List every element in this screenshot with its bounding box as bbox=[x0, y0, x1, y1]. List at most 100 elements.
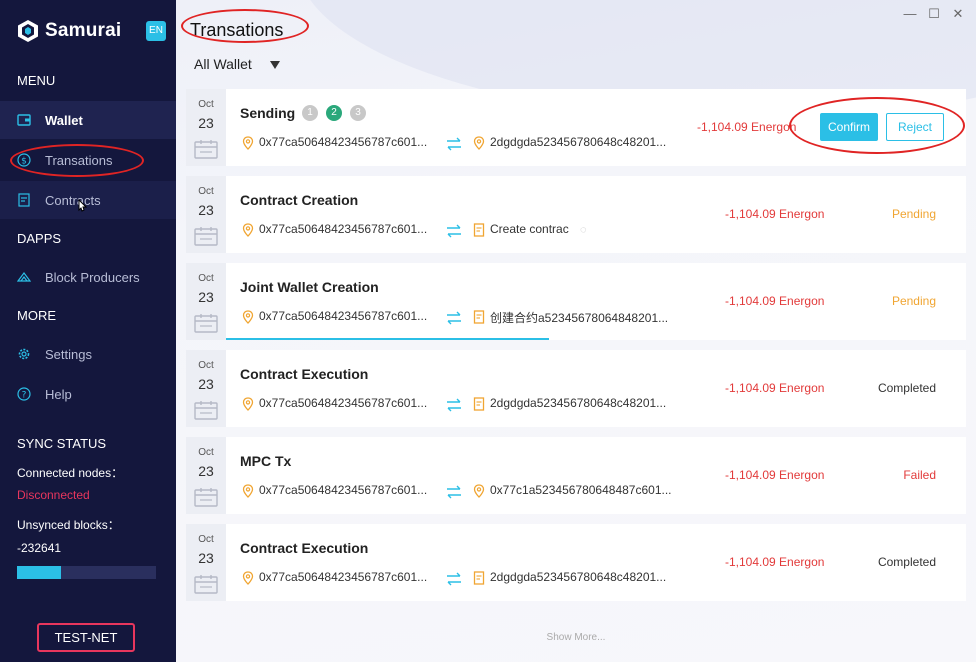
transaction-card[interactable]: Oct 23 Joint Wallet Creation 0x77ca50648423… bbox=[186, 263, 966, 340]
gear-icon bbox=[18, 348, 30, 360]
location-pin-icon bbox=[242, 571, 254, 585]
document-icon bbox=[473, 571, 485, 585]
status-badge: Pending bbox=[891, 294, 936, 308]
location-pin-icon bbox=[242, 310, 254, 324]
help-icon: ? bbox=[17, 387, 31, 401]
location-pin-icon bbox=[242, 397, 254, 411]
status-badge: Pending bbox=[891, 207, 936, 221]
wallet-filter-select[interactable]: All Wallet bbox=[194, 56, 252, 72]
date-block: Oct 23 bbox=[186, 89, 226, 166]
sidebar-item-wallet[interactable]: Wallet bbox=[0, 101, 176, 139]
network-button[interactable]: TEST-NET bbox=[37, 623, 135, 652]
connected-nodes-label: Connected nodes： bbox=[17, 466, 124, 480]
app-name: Samurai bbox=[45, 20, 122, 41]
date-month: Oct bbox=[198, 273, 214, 284]
swap-arrows-icon bbox=[446, 137, 462, 151]
transaction-amount: -1,104.09 Energon bbox=[725, 468, 825, 482]
unsynced-blocks-value: -232641 bbox=[17, 541, 62, 555]
transaction-title: Joint Wallet Creation bbox=[240, 279, 379, 295]
date-block: Oct 23 bbox=[186, 350, 226, 427]
document-icon bbox=[473, 310, 485, 324]
transaction-title: Contract Execution bbox=[240, 366, 369, 382]
sidebar-item-settings[interactable]: Settings bbox=[0, 335, 176, 373]
calendar-icon bbox=[194, 574, 218, 594]
close-icon[interactable]: ✕ bbox=[951, 6, 965, 22]
loading-spinner-icon: ◌ bbox=[580, 224, 587, 236]
transaction-title: Sending bbox=[240, 105, 296, 121]
sidebar: Samurai EN MENU Wallet $ Transations Con… bbox=[0, 0, 176, 662]
minimize-icon[interactable]: — bbox=[903, 6, 917, 21]
transaction-card[interactable]: Oct 23 Sending 1 2 3 0x77ca50648423456787c601.… bbox=[186, 89, 966, 166]
date-day: 23 bbox=[198, 463, 214, 479]
transaction-amount: -1,104.09 Energon bbox=[697, 120, 797, 134]
date-block: Oct 23 bbox=[186, 437, 226, 514]
confirm-button[interactable]: Confirm bbox=[820, 113, 878, 141]
calendar-icon bbox=[194, 139, 218, 159]
step-indicator: 3 bbox=[350, 105, 366, 121]
to-address: 2dgdgda523456780648c48201... bbox=[490, 396, 667, 410]
language-badge[interactable]: EN bbox=[146, 21, 166, 41]
location-pin-icon bbox=[242, 136, 254, 150]
swap-arrows-icon bbox=[446, 311, 462, 325]
location-pin-icon bbox=[242, 223, 254, 237]
date-month: Oct bbox=[198, 186, 214, 197]
status-badge: Completed bbox=[877, 381, 936, 395]
maximize-icon[interactable]: ☐ bbox=[927, 6, 941, 22]
calendar-icon bbox=[194, 226, 218, 246]
to-address: 创建合约a52345678064848201... bbox=[490, 311, 669, 325]
reject-button[interactable]: Reject bbox=[886, 113, 944, 141]
date-month: Oct bbox=[198, 360, 214, 371]
sidebar-item-label: Wallet bbox=[45, 113, 83, 128]
from-address: 0x77ca50648423456787c601... bbox=[259, 483, 428, 497]
sync-status-title: SYNC STATUS bbox=[17, 436, 107, 451]
to-address: Create contrac bbox=[490, 222, 569, 236]
unsynced-blocks-label: Unsynced blocks： bbox=[17, 518, 120, 532]
logo-row: Samurai EN bbox=[0, 0, 176, 60]
mouse-pointer-icon bbox=[78, 199, 88, 212]
transaction-card[interactable]: Oct 23 Contract Execution 0x77ca50648423456… bbox=[186, 350, 966, 427]
sidebar-item-transations[interactable]: $ Transations bbox=[0, 141, 176, 179]
menu-section-label: MENU bbox=[17, 73, 56, 88]
caret-down-icon[interactable] bbox=[270, 61, 280, 69]
date-block: Oct 23 bbox=[186, 524, 226, 601]
from-address: 0x77ca50648423456787c601... bbox=[259, 570, 428, 584]
calendar-icon bbox=[194, 313, 218, 333]
from-address: 0x77ca50648423456787c601... bbox=[259, 222, 428, 236]
transaction-amount: -1,104.09 Energon bbox=[725, 294, 825, 308]
transaction-progress-bar bbox=[226, 338, 549, 340]
more-section-label: MORE bbox=[17, 308, 56, 323]
transaction-card[interactable]: Oct 23 MPC Tx 0x77ca50648423456787c601... 0x… bbox=[186, 437, 966, 514]
transaction-title: Contract Creation bbox=[240, 192, 359, 208]
swap-arrows-icon bbox=[446, 398, 462, 412]
swap-arrows-icon bbox=[446, 224, 462, 238]
date-month: Oct bbox=[198, 99, 214, 110]
sidebar-item-contracts[interactable]: Contracts bbox=[0, 181, 176, 219]
date-block: Oct 23 bbox=[186, 263, 226, 340]
date-day: 23 bbox=[198, 115, 214, 131]
location-pin-icon bbox=[473, 484, 485, 498]
sidebar-item-label: Transations bbox=[45, 153, 113, 168]
date-day: 23 bbox=[198, 202, 214, 218]
wallet-icon bbox=[17, 114, 31, 126]
to-address: 2dgdgda523456780648c48201... bbox=[490, 135, 667, 149]
status-badge: Completed bbox=[877, 555, 936, 569]
dapps-section-label: DAPPS bbox=[17, 231, 62, 246]
show-more-link[interactable]: Show More... bbox=[176, 632, 976, 643]
from-address: 0x77ca50648423456787c601... bbox=[259, 309, 428, 323]
transaction-title: MPC Tx bbox=[240, 453, 292, 469]
date-day: 23 bbox=[198, 376, 214, 392]
date-month: Oct bbox=[198, 534, 214, 545]
date-day: 23 bbox=[198, 550, 214, 566]
location-pin-icon bbox=[242, 484, 254, 498]
transaction-card[interactable]: Oct 23 Contract Execution 0x77ca50648423456… bbox=[186, 524, 966, 601]
transaction-amount: -1,104.09 Energon bbox=[725, 207, 825, 221]
transaction-amount: -1,104.09 Energon bbox=[725, 555, 825, 569]
sidebar-item-help[interactable]: ? Help bbox=[0, 375, 176, 413]
date-day: 23 bbox=[198, 289, 214, 305]
main-panel: — ☐ ✕ Transations All Wallet Oct 23 Sendin… bbox=[176, 0, 976, 662]
transaction-card[interactable]: Oct 23 Contract Creation 0x77ca506484234567… bbox=[186, 176, 966, 253]
step-indicator: 1 bbox=[302, 105, 318, 121]
status-badge: Failed bbox=[903, 468, 936, 482]
sidebar-item-block-producers[interactable]: Block Producers bbox=[0, 258, 176, 296]
document-icon bbox=[473, 397, 485, 411]
